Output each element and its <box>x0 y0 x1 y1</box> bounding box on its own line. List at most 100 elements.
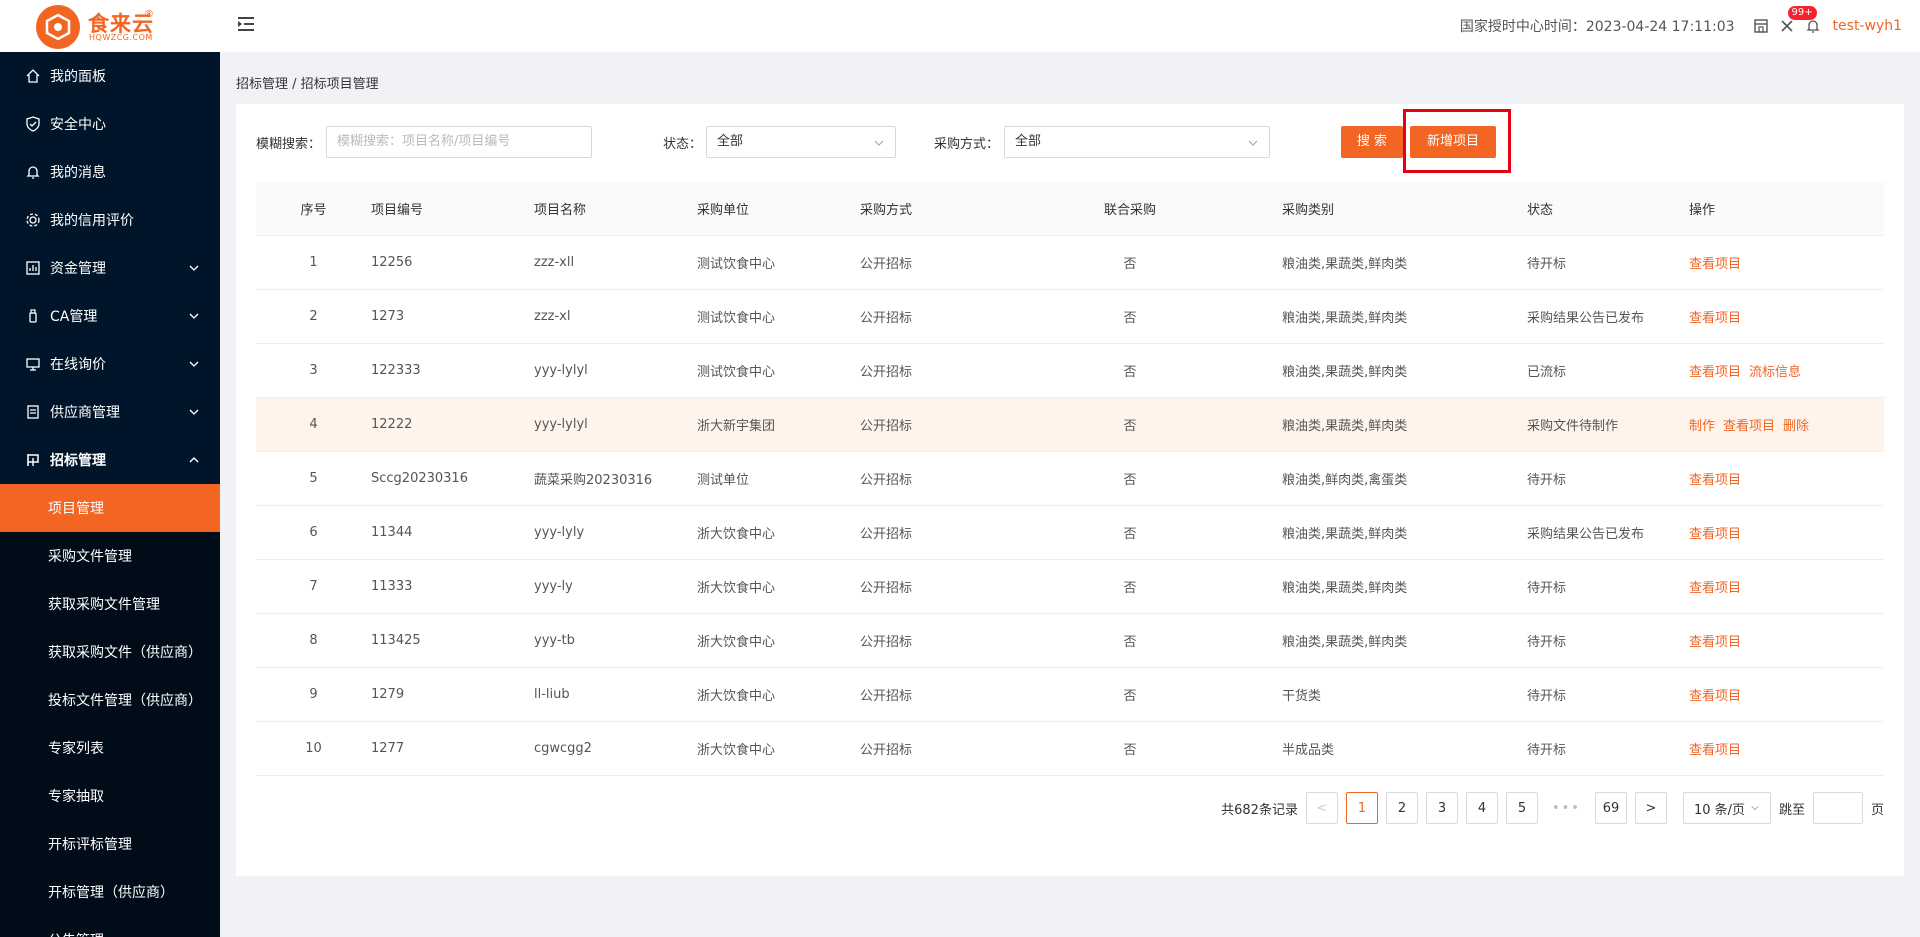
cell-category: 粮油类,果蔬类,鲜肉类 <box>1282 527 1408 542</box>
sidebar-item-messages[interactable]: 我的消息 <box>0 148 220 196</box>
sidebar-sub-expert-list[interactable]: 专家列表 <box>0 724 220 772</box>
method-select[interactable]: 全部 <box>1004 126 1270 158</box>
sidebar-sub-bid-evaluation[interactable]: 开标评标管理 <box>0 820 220 868</box>
search-button[interactable]: 搜 索 <box>1341 126 1403 158</box>
op-link[interactable]: 查看项目 <box>1723 415 1775 434</box>
op-link[interactable]: 查看项目 <box>1689 577 1741 596</box>
cell-no: 8 <box>309 633 318 648</box>
op-link[interactable]: 查看项目 <box>1689 631 1741 650</box>
bell-icon <box>24 163 42 181</box>
sidebar-sub-bid-opening-supplier[interactable]: 开标管理（供应商） <box>0 868 220 916</box>
page-4[interactable]: 4 <box>1465 792 1498 824</box>
cell-name: yyy-tb <box>534 633 575 648</box>
page-1[interactable]: 1 <box>1345 792 1378 824</box>
cell-ops: 查看项目 <box>1689 739 1884 758</box>
op-link[interactable]: 制作 <box>1689 415 1715 434</box>
jump-page-input[interactable] <box>1812 792 1863 824</box>
page-3[interactable]: 3 <box>1425 792 1458 824</box>
sidebar-item-inquiry[interactable]: 在线询价 <box>0 340 220 388</box>
cell-name: ll-liub <box>534 687 570 702</box>
chevron-down-icon <box>1751 805 1759 811</box>
shield-icon <box>24 115 42 133</box>
cell-method: 公开招标 <box>860 689 913 704</box>
usb-key-icon <box>24 307 42 325</box>
project-table: 序号 项目编号 项目名称 采购单位 采购方式 联合采购 采购类别 状态 操作 1… <box>256 182 1884 776</box>
table-row: 2 1273 zzz-xl 测试饮食中心 公开招标 否 粮油类,果蔬类,鲜肉类 采购结果公告已… <box>256 290 1884 344</box>
cell-ops: 查看项目 <box>1689 307 1884 326</box>
cell-unit: 浙大饮食中心 <box>697 743 776 758</box>
cell-code: 1277 <box>371 741 405 756</box>
username[interactable]: test-wyh1 <box>1833 18 1902 34</box>
sidebar-item-bidding[interactable]: 招标管理 <box>0 436 220 484</box>
total-records: 共682条记录 <box>1221 802 1298 818</box>
op-link[interactable]: 流标信息 <box>1749 361 1801 380</box>
sidebar-item-label: 资金管理 <box>50 261 106 277</box>
cell-name: zzz-xl <box>534 309 571 324</box>
sidebar-item-suppliers[interactable]: 供应商管理 <box>0 388 220 436</box>
cell-status: 采购文件待制作 <box>1527 419 1619 434</box>
tools-icon[interactable]: 99+ <box>1777 5 1818 36</box>
prev-page-button[interactable]: < <box>1305 792 1338 824</box>
method-select-value: 全部 <box>1015 134 1042 149</box>
op-link[interactable]: 删除 <box>1783 415 1809 434</box>
cell-unit: 测试单位 <box>697 473 750 488</box>
fuzzy-search-input[interactable]: 模糊搜索：项目名称/项目编号 <box>326 126 592 158</box>
store-icon[interactable] <box>1751 16 1771 36</box>
gear-icon <box>24 211 42 229</box>
bell-icon[interactable] <box>1803 16 1823 36</box>
next-page-button[interactable]: > <box>1634 792 1667 824</box>
sidebar-item-security[interactable]: 安全中心 <box>0 100 220 148</box>
sidebar-item-ca[interactable]: CA管理 <box>0 292 220 340</box>
sidebar-sub-bid-docs-supplier[interactable]: 投标文件管理（供应商） <box>0 676 220 724</box>
cell-joint: 否 <box>1123 473 1137 488</box>
sidebar-sub-obtain-docs[interactable]: 获取采购文件管理 <box>0 580 220 628</box>
cell-code: 113425 <box>371 633 421 648</box>
sidebar-sub-obtain-docs-supplier[interactable]: 获取采购文件（供应商） <box>0 628 220 676</box>
cell-code: 12222 <box>371 417 413 432</box>
sidebar-sub-procurement-docs[interactable]: 采购文件管理 <box>0 532 220 580</box>
cell-joint: 否 <box>1123 257 1137 272</box>
page-size-select[interactable]: 10 条/页 <box>1682 792 1771 824</box>
table-row: 1 12256 zzz-xll 测试饮食中心 公开招标 否 粮油类,果蔬类,鲜肉类 待开标 查看… <box>256 236 1884 290</box>
sidebar-item-label: 我的信用评价 <box>50 213 134 229</box>
table-body: 1 12256 zzz-xll 测试饮食中心 公开招标否粮油类,果蔬类,鲜肉类 待开标 查看… <box>256 236 1884 776</box>
status-select[interactable]: 全部 <box>706 126 896 158</box>
op-link[interactable]: 查看项目 <box>1689 361 1741 380</box>
cell-unit: 浙大饮食中心 <box>697 689 776 704</box>
sidebar-item-credit[interactable]: 我的信用评价 <box>0 196 220 244</box>
cell-status: 待开标 <box>1527 473 1567 488</box>
sidebar-sub-expert-draw[interactable]: 专家抽取 <box>0 772 220 820</box>
cell-ops: 查看项目 <box>1689 523 1884 542</box>
op-link[interactable]: 查看项目 <box>1689 307 1741 326</box>
logo[interactable]: 食来云 ® HQWZCG.COM <box>0 0 220 52</box>
page-last[interactable]: 69 <box>1594 792 1627 824</box>
page-5[interactable]: 5 <box>1505 792 1538 824</box>
cell-no: 4 <box>309 417 318 432</box>
cell-no: 1 <box>309 255 318 270</box>
sidebar-sub-project-management[interactable]: 项目管理 <box>0 484 220 532</box>
header-right: 国家授时中心时间：2023-04-24 17:11:03 99+ test-wy… <box>1460 0 1902 52</box>
sidebar-sub-announcements[interactable]: 公告管理 <box>0 916 220 937</box>
page-2[interactable]: 2 <box>1385 792 1418 824</box>
cell-code: 12256 <box>371 255 413 270</box>
chevron-down-icon <box>1248 140 1258 146</box>
cell-unit: 测试饮食中心 <box>697 365 776 380</box>
op-link[interactable]: 查看项目 <box>1689 523 1741 542</box>
col-header-joint: 联合采购 <box>1103 203 1156 218</box>
add-project-button[interactable]: 新增项目 <box>1410 126 1496 158</box>
cell-unit: 浙大饮食中心 <box>697 527 776 542</box>
pagination: 共682条记录 < 1 2 3 4 5 ••• 69 > 10 条/页 跳至 页 <box>1221 792 1884 824</box>
cell-name: yyy-lylyl <box>534 363 588 378</box>
sidebar-item-dashboard[interactable]: 我的面板 <box>0 52 220 100</box>
cell-unit: 测试饮食中心 <box>697 257 776 272</box>
cell-no: 2 <box>309 309 318 324</box>
op-link[interactable]: 查看项目 <box>1689 469 1741 488</box>
table-row: 10 1277 cgwcgg2 浙大饮食中心 公开招标 否 半成品类 待开标 查看项目 <box>256 722 1884 776</box>
menu-fold-icon[interactable] <box>236 14 256 34</box>
op-link[interactable]: 查看项目 <box>1689 739 1741 758</box>
page-ellipsis[interactable]: ••• <box>1552 801 1581 816</box>
op-link[interactable]: 查看项目 <box>1689 685 1741 704</box>
sidebar-item-funds[interactable]: 资金管理 <box>0 244 220 292</box>
op-link[interactable]: 查看项目 <box>1689 253 1741 272</box>
cell-unit: 浙大饮食中心 <box>697 581 776 596</box>
